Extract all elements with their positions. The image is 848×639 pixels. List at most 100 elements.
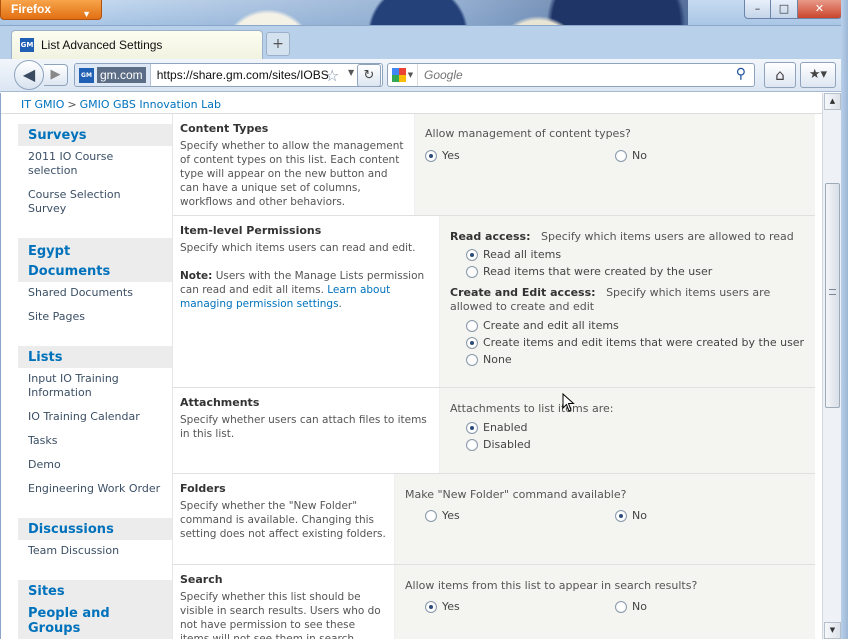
- radio-button[interactable]: [615, 600, 627, 613]
- section-description: Specify which items users can read and e…: [180, 242, 416, 254]
- radio-label: Enabled: [483, 421, 528, 434]
- firefox-menu-label: Firefox: [11, 2, 52, 16]
- section-title: Item-level Permissions: [180, 224, 322, 237]
- breadcrumb-separator: >: [67, 98, 77, 111]
- site-identity-button[interactable]: GM gm.com: [75, 64, 151, 86]
- ql-item-demo[interactable]: Demo: [18, 454, 172, 478]
- read-access-label: Read access:: [450, 230, 531, 243]
- radio-button-selected[interactable]: [425, 149, 437, 162]
- radio-button-selected[interactable]: [466, 248, 478, 261]
- radio-button[interactable]: [466, 353, 478, 366]
- radio-edit-all[interactable]: Create and edit all items: [450, 317, 805, 334]
- bookmark-star-icon[interactable]: ☆: [325, 66, 339, 85]
- ql-heading-lists[interactable]: Lists: [18, 344, 172, 368]
- radio-search-yes[interactable]: Yes: [425, 598, 615, 615]
- radio-button-selected[interactable]: [466, 421, 478, 434]
- url-text[interactable]: https://share.gm.com/sites/IOBS: [151, 68, 329, 82]
- note-period: .: [338, 298, 342, 310]
- gm-logo-icon: GM: [79, 67, 94, 83]
- ql-item-input-io-training-information[interactable]: Input IO Training Information: [18, 368, 172, 406]
- edit-access-label: Create and Edit access:: [450, 286, 596, 299]
- breadcrumb: IT GMIO > GMIO GBS Innovation Lab: [21, 98, 221, 111]
- google-icon[interactable]: ▼: [388, 64, 418, 86]
- history-dropdown-icon[interactable]: ▼: [348, 68, 354, 77]
- forward-button[interactable]: ▶: [44, 64, 68, 86]
- home-button[interactable]: ⌂: [764, 62, 796, 88]
- reload-button[interactable]: ↻: [357, 64, 381, 87]
- ql-item-2011-io-course-selection[interactable]: 2011 IO Course selection: [18, 146, 172, 184]
- bookmarks-button[interactable]: ★▾: [800, 62, 836, 88]
- ql-item-tasks[interactable]: Tasks: [18, 430, 172, 454]
- ql-item-io-training-calendar[interactable]: IO Training Calendar: [18, 406, 172, 430]
- radio-label: Read all items: [483, 248, 562, 261]
- scrollbar-thumb[interactable]: [825, 183, 840, 408]
- ql-item-site-pages[interactable]: Site Pages: [18, 306, 172, 330]
- radio-read-all[interactable]: Read all items: [450, 246, 805, 263]
- section-description: Specify whether to allow the management …: [180, 140, 404, 208]
- ql-item-team-discussion[interactable]: Team Discussion: [18, 540, 172, 564]
- radio-attachments-disabled[interactable]: Disabled: [450, 436, 805, 453]
- radio-button-selected[interactable]: [466, 336, 478, 349]
- close-window-button[interactable]: ✕: [798, 0, 842, 19]
- settings-form: Content Types Specify whether to allow t…: [172, 114, 815, 639]
- radio-button-selected[interactable]: [425, 600, 437, 613]
- radio-button[interactable]: [466, 319, 478, 332]
- radio-edit-own[interactable]: Create items and edit items that were cr…: [450, 334, 805, 351]
- read-access-desc: Specify which items users are allowed to…: [540, 230, 794, 243]
- ql-heading-sites[interactable]: Sites: [18, 578, 172, 602]
- ql-item-course-selection-survey[interactable]: Course Selection Survey: [18, 184, 172, 222]
- radio-edit-none[interactable]: None: [450, 351, 805, 368]
- radio-folders-yes[interactable]: Yes: [425, 507, 615, 524]
- ql-heading-documents[interactable]: Documents: [18, 262, 172, 282]
- radio-attachments-enabled[interactable]: Enabled: [450, 419, 805, 436]
- new-tab-button[interactable]: +: [266, 32, 290, 56]
- firefox-menu-button[interactable]: Firefox ▼: [0, 0, 102, 20]
- ql-heading-people-and-groups[interactable]: People and Groups: [18, 602, 172, 639]
- maximize-button[interactable]: □: [771, 0, 798, 19]
- tab-title: List Advanced Settings: [41, 38, 163, 52]
- tab-list-advanced-settings[interactable]: GM List Advanced Settings: [11, 30, 263, 59]
- radio-content-types-no[interactable]: No: [615, 147, 805, 164]
- home-icon: ⌂: [775, 66, 785, 84]
- breadcrumb-root-link[interactable]: IT GMIO: [21, 98, 64, 111]
- radio-button[interactable]: [425, 509, 437, 522]
- radio-button[interactable]: [615, 149, 627, 162]
- question-label: Attachments to list items are:: [450, 402, 614, 415]
- radio-label: Yes: [442, 509, 460, 522]
- breadcrumb-current-link[interactable]: GMIO GBS Innovation Lab: [80, 98, 221, 111]
- radio-folders-no[interactable]: No: [615, 507, 805, 524]
- section-folders: Folders Specify whether the "New Folder"…: [173, 474, 815, 565]
- question-label: Allow items from this list to appear in …: [405, 579, 698, 592]
- radio-content-types-yes[interactable]: Yes: [425, 147, 615, 164]
- persona-background: [88, 0, 688, 25]
- radio-label: No: [632, 509, 647, 522]
- radio-button[interactable]: [466, 438, 478, 451]
- window-controls: – □ ✕: [744, 0, 842, 19]
- question-label: Make "New Folder" command available?: [405, 488, 627, 501]
- search-engine-dropdown-icon: ▼: [407, 71, 414, 79]
- ql-heading-discussions[interactable]: Discussions: [18, 516, 172, 540]
- arrow-left-icon: ◀: [22, 65, 36, 84]
- radio-label: No: [632, 149, 647, 162]
- vertical-scrollbar[interactable]: ▲ ▼: [822, 93, 841, 639]
- radio-label: Read items that were created by the user: [483, 265, 713, 278]
- ql-heading-surveys[interactable]: Surveys: [18, 122, 172, 146]
- navigation-toolbar: ◀ ▶ GM gm.com https://share.gm.com/sites…: [0, 59, 848, 92]
- radio-button[interactable]: [466, 265, 478, 278]
- search-bar[interactable]: ▼ ⚲: [387, 63, 755, 87]
- scroll-up-icon[interactable]: ▲: [824, 93, 841, 110]
- scroll-down-icon[interactable]: ▼: [824, 622, 841, 639]
- search-icon[interactable]: ⚲: [736, 66, 746, 82]
- radio-search-no[interactable]: No: [615, 598, 805, 615]
- radio-read-own[interactable]: Read items that were created by the user: [450, 263, 805, 280]
- ql-item-engineering-work-order[interactable]: Engineering Work Order: [18, 478, 172, 502]
- ql-heading-egypt[interactable]: Egypt: [18, 236, 172, 262]
- chevron-down-icon: ▼: [82, 9, 91, 19]
- ql-item-shared-documents[interactable]: Shared Documents: [18, 282, 172, 306]
- minimize-button[interactable]: –: [744, 0, 771, 19]
- section-title: Folders: [180, 482, 226, 495]
- search-input[interactable]: [418, 68, 718, 82]
- radio-button-selected[interactable]: [615, 509, 627, 522]
- gm-favicon-icon: GM: [20, 38, 34, 52]
- back-button[interactable]: ◀: [14, 60, 44, 90]
